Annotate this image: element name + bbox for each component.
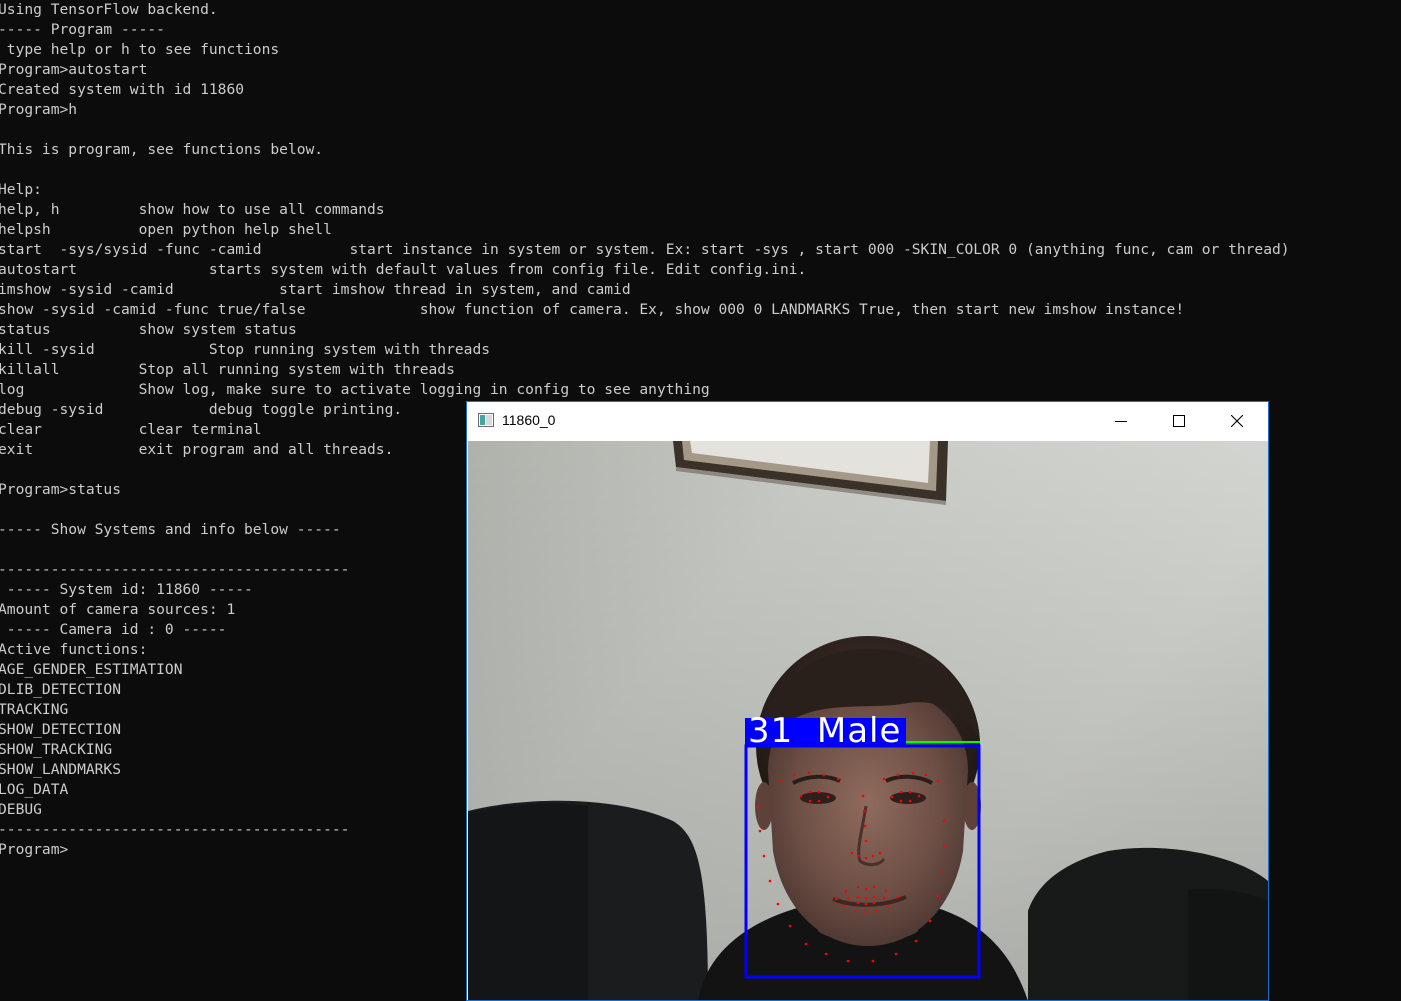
terminal-line: Program>h [0,101,78,118]
terminal-line: imshow -sysid -camid start imshow thread… [0,281,631,298]
terminal-line: show -sysid -camid -func true/false show… [0,301,1185,318]
maximize-icon [1173,415,1185,427]
terminal-line: Help: [0,181,42,198]
terminal-line: log Show log, make sure to activate logg… [0,381,710,398]
terminal-line: killall Stop all running system with thr… [0,361,455,378]
terminal-line: status show system status [0,321,297,338]
opencv-window-icon [478,413,494,427]
window-titlebar[interactable]: 11860_0 [467,402,1268,440]
terminal-line: help, h show how to use all commands [0,201,385,218]
terminal-line: type help or h to see functions [0,41,280,58]
camera-feed: 31 Male [468,441,1268,1000]
terminal-line: ----- Program ----- [0,21,165,38]
terminal-line: kill -sysid Stop running system with thr… [0,341,491,358]
terminal-line: Created system with id 11860 [0,81,245,98]
terminal-line: helpsh open python help shell [0,221,332,238]
terminal-line: Program>autostart [0,61,148,78]
image-window[interactable]: 11860_0 31 Male [466,401,1269,1001]
terminal-line: start -sys/sysid -func -camid start inst… [0,241,1290,258]
terminal-line: Using TensorFlow backend. [0,1,218,18]
minimize-button[interactable] [1092,402,1150,440]
window-title: 11860_0 [502,412,556,428]
terminal-line: This is program, see functions below. [0,141,324,158]
minimize-icon [1115,421,1127,422]
terminal-line: autostart starts system with default val… [0,261,807,278]
age-gender-label: 31 Male [748,711,902,751]
maximize-button[interactable] [1150,402,1208,440]
close-button[interactable] [1208,402,1266,440]
close-icon [1231,415,1243,427]
